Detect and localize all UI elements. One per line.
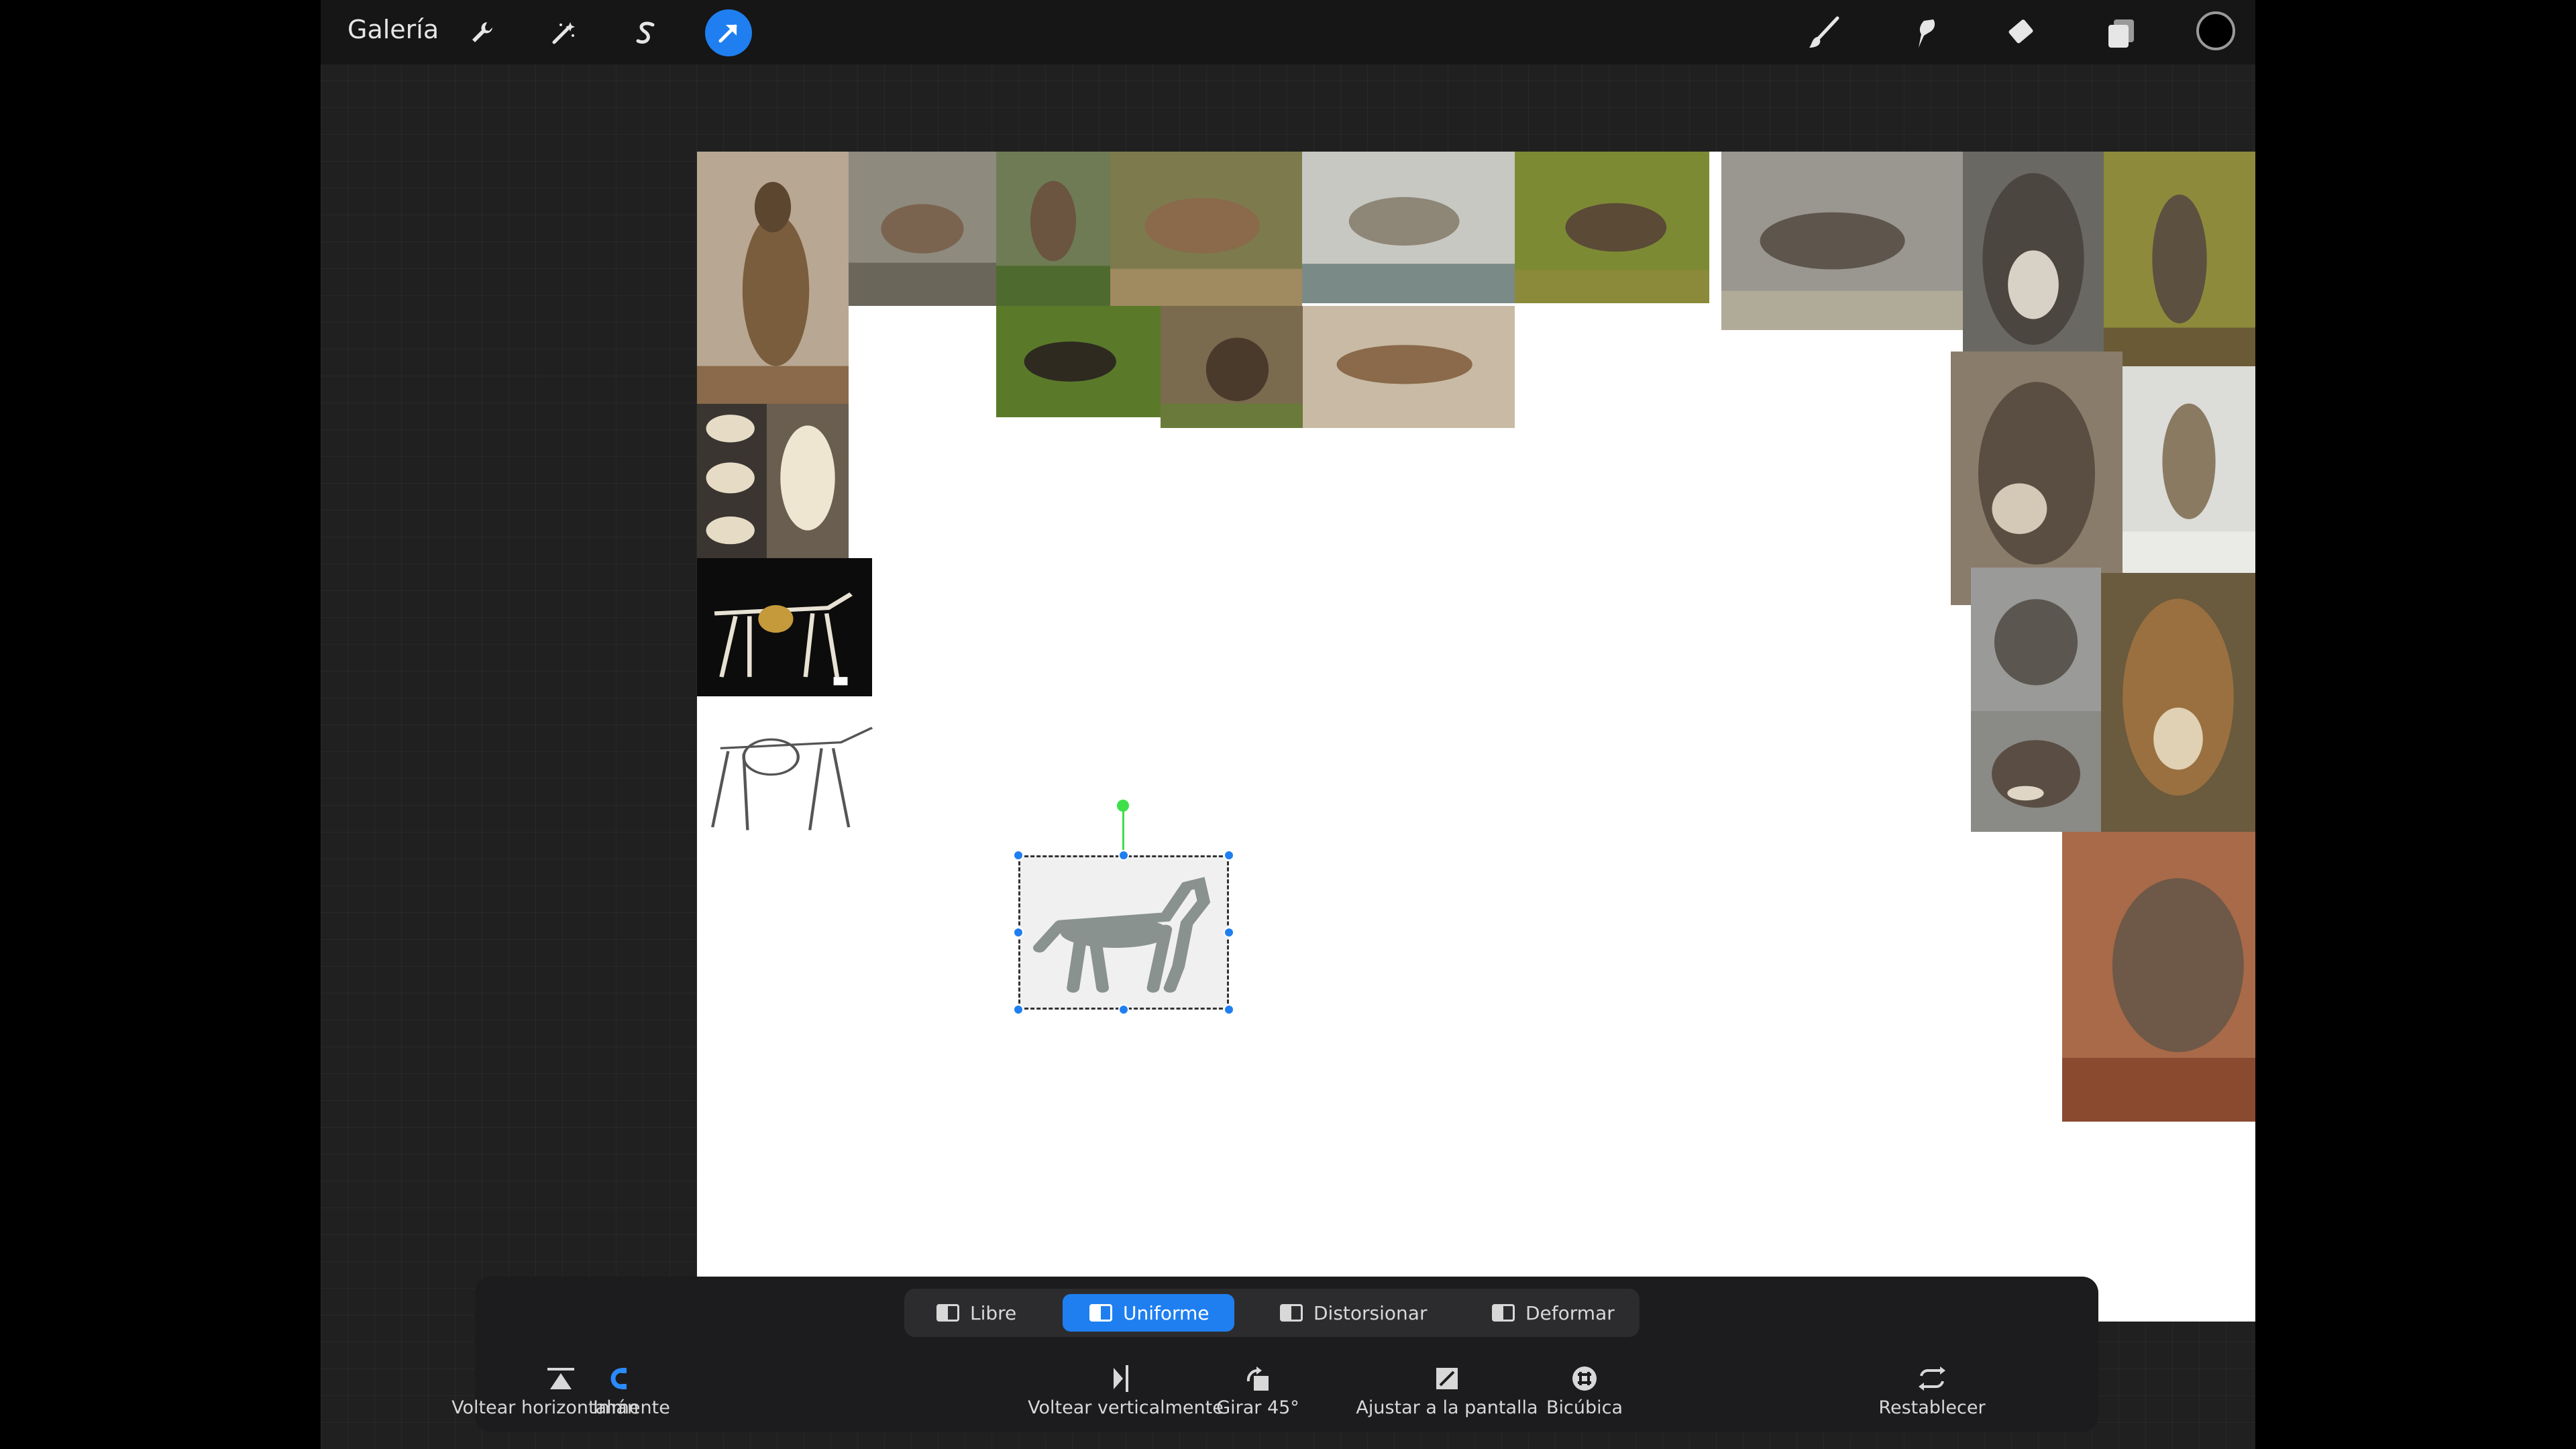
wolf-photo	[1161, 306, 1303, 428]
resize-handle-top[interactable]	[1118, 850, 1129, 861]
wolf-photo	[2062, 832, 2255, 1122]
action-label: Bicúbica	[1546, 1397, 1623, 1418]
bicubic-icon	[1450, 1362, 1719, 1395]
mode-label: Uniforme	[1123, 1301, 1210, 1324]
selection-bounding-box[interactable]	[1018, 855, 1229, 1010]
uniform-icon	[1089, 1304, 1112, 1322]
skeleton-photo	[697, 558, 872, 696]
wolf-photo	[1971, 711, 2101, 832]
procreate-app: Galería Libre Uniforme Distorsionar Defo…	[321, 0, 2255, 1449]
eraser-icon[interactable]	[1998, 9, 2045, 56]
interpolation-button[interactable]: Bicúbica	[1450, 1362, 1719, 1418]
warp-icon	[1492, 1304, 1515, 1322]
mode-label: Deformar	[1525, 1301, 1615, 1324]
gallery-button[interactable]: Galería	[347, 15, 439, 44]
wolf-photo	[996, 306, 1161, 417]
layers-icon[interactable]	[2097, 9, 2144, 56]
mode-uniforme[interactable]: Uniforme	[1063, 1294, 1234, 1332]
skull-photo	[697, 404, 849, 558]
wrench-icon[interactable]	[458, 9, 505, 56]
brush-icon[interactable]	[1801, 9, 1847, 56]
wolf-photo	[1515, 152, 1709, 303]
resize-handle-top-left[interactable]	[1013, 850, 1024, 861]
wolf-photo	[697, 152, 849, 404]
mode-label: Distorsionar	[1313, 1301, 1428, 1324]
top-toolbar: Galería	[321, 0, 2255, 64]
action-label: Voltear horizontalmente	[451, 1397, 670, 1418]
transform-mode-selector: Libre Uniforme Distorsionar Deformar	[904, 1289, 1640, 1337]
resize-handle-top-right[interactable]	[1224, 850, 1234, 861]
flip-horizontal-icon	[343, 1362, 779, 1395]
skeleton-drawing	[697, 704, 892, 851]
wolf-photo	[2101, 573, 2255, 832]
transform-panel: Libre Uniforme Distorsionar Deformar Imá…	[451, 1277, 2098, 1432]
wolf-photo	[1721, 152, 1963, 330]
resize-handle-bottom-right[interactable]	[1224, 1004, 1234, 1015]
action-label: Restablecer	[1878, 1397, 1986, 1418]
selection-s-icon[interactable]	[623, 9, 669, 56]
wolf-photo	[1971, 568, 2101, 711]
resize-handle-bottom-left[interactable]	[1013, 1004, 1024, 1015]
resize-handle-bottom[interactable]	[1118, 1004, 1129, 1015]
resize-handle-left[interactable]	[1013, 927, 1024, 938]
transform-arrow-icon[interactable]	[705, 9, 752, 56]
magic-wand-icon[interactable]	[540, 9, 587, 56]
rotation-handle[interactable]	[1117, 800, 1129, 812]
freeform-icon	[936, 1304, 959, 1322]
distort-icon	[1280, 1304, 1303, 1322]
reset-icon	[1811, 1362, 2053, 1395]
wolf-photo	[2123, 366, 2255, 573]
wolf-photo	[1303, 306, 1515, 428]
wolf-photo	[2104, 152, 2255, 366]
mode-libre[interactable]: Libre	[912, 1294, 1055, 1332]
wolf-photo	[1302, 152, 1515, 303]
smudge-icon[interactable]	[1899, 9, 1946, 56]
resize-handle-right[interactable]	[1224, 927, 1234, 938]
wolf-photo	[1110, 152, 1302, 306]
wolf-photo	[1963, 152, 2104, 366]
mode-label: Libre	[970, 1301, 1017, 1324]
wolf-photo	[996, 152, 1110, 306]
mode-distorsionar[interactable]: Distorsionar	[1253, 1294, 1454, 1332]
reset-button[interactable]: Restablecer	[1811, 1362, 2053, 1418]
color-picker-swatch[interactable]	[2196, 11, 2235, 50]
mode-deformar[interactable]: Deformar	[1465, 1294, 1633, 1332]
flip-horizontal-button[interactable]: Voltear horizontalmente	[343, 1362, 779, 1418]
wolf-photo	[849, 152, 996, 306]
rotation-line	[1122, 810, 1124, 856]
